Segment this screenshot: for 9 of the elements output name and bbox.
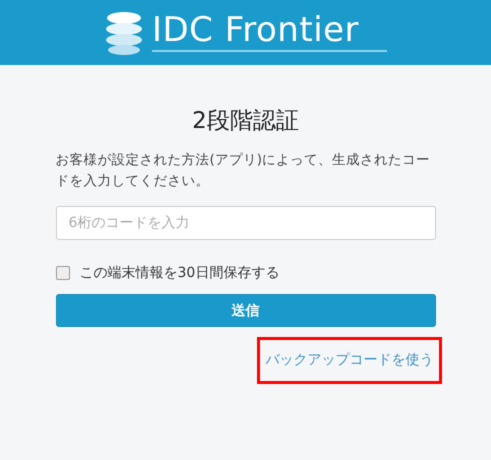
remember-label: この端末情報を30日間保存する [80, 264, 280, 282]
submit-button[interactable]: 送信 [56, 294, 436, 327]
logo-icon [104, 10, 144, 56]
page-title: 2段階認証 [191, 107, 300, 136]
remember-checkbox[interactable] [56, 266, 70, 280]
code-input-field[interactable]: 6桁のコードを入力 [56, 206, 436, 240]
logo-text: IDC Frontier [152, 12, 388, 52]
backup-code-link[interactable]: バックアップコードを使う [256, 337, 442, 384]
instructions-text: お客様が設定された方法(アプリ)によって、生成されたコードを入力してください。 [56, 151, 432, 191]
